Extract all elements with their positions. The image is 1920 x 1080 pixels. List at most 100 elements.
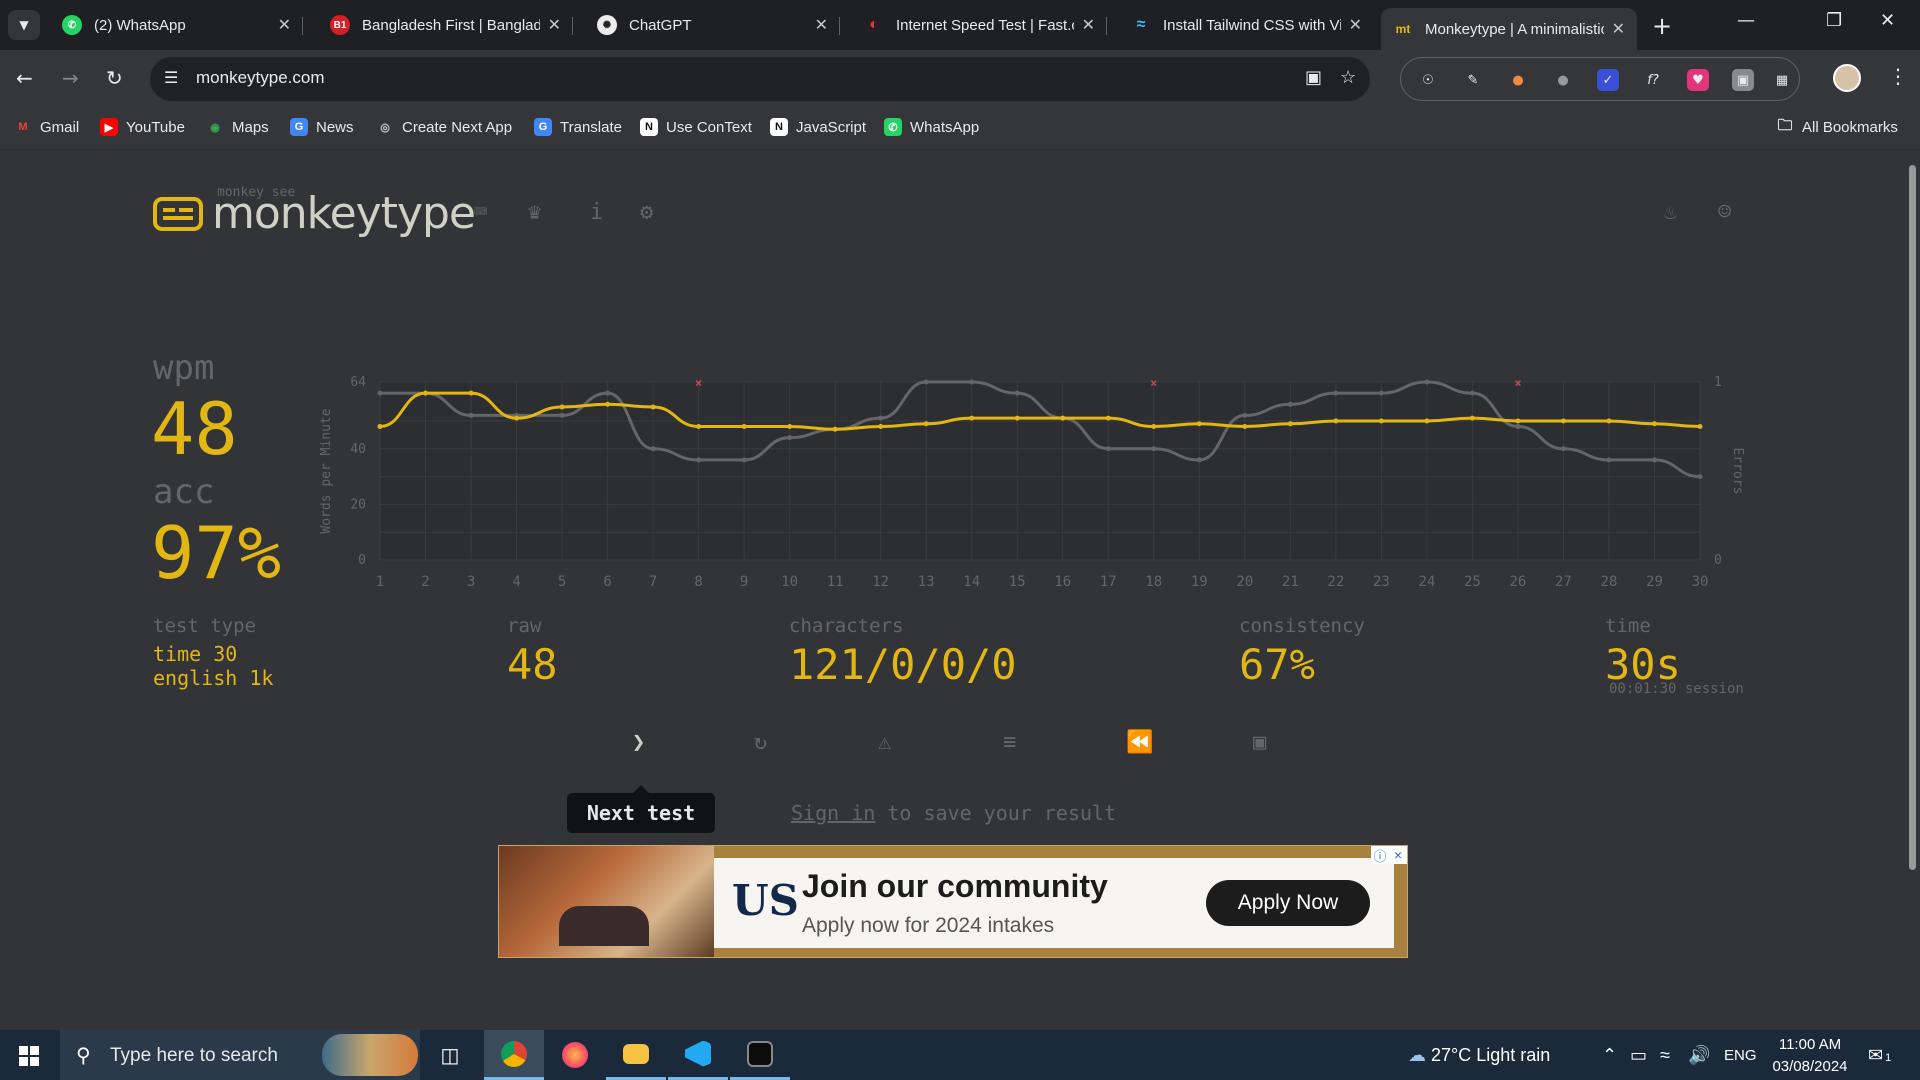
info-icon[interactable]: i (590, 200, 603, 225)
close-icon[interactable]: ✕ (278, 15, 291, 35)
bookmark-translate[interactable]: G Translate (534, 118, 622, 136)
series-point-raw (1560, 446, 1566, 452)
search-icon: ⚲ (76, 1045, 91, 1067)
bookmark-create-next-app[interactable]: ◎ Create Next App (376, 118, 512, 136)
wifi-icon[interactable]: ≈ (1660, 1045, 1670, 1066)
characters-label: characters (789, 615, 904, 637)
minimize-button[interactable]: — (1737, 10, 1755, 31)
language-indicator[interactable]: ENG (1724, 1047, 1757, 1064)
ad-apply-button[interactable]: Apply Now (1206, 880, 1370, 926)
menu-dots-icon[interactable]: ⋮ (1888, 64, 1908, 88)
bookmark-youtube[interactable]: ▶ YouTube (100, 118, 185, 136)
puzzle-icon[interactable]: ▦ (1771, 69, 1793, 91)
crown-icon[interactable]: ♛ (528, 200, 541, 225)
keyboard-icon[interactable]: ⌨ (474, 200, 487, 225)
task-view-icon[interactable]: ◫ (420, 1030, 480, 1080)
taskbar-search[interactable]: ⚲ Type here to search (60, 1030, 420, 1080)
mouse-extension-icon[interactable]: ● (1552, 69, 1574, 91)
tab-whatsapp[interactable]: ✆ (2) WhatsApp ✕ (50, 8, 303, 42)
close-icon[interactable]: ✕ (1082, 15, 1095, 35)
clock[interactable]: 11:00 AM 03/08/2024 (1760, 1034, 1860, 1078)
weather-text: 27°C Light rain (1431, 1045, 1551, 1065)
ad-info-icon[interactable]: ⓘ (1371, 846, 1389, 865)
compass-extension-icon[interactable]: ☉ (1417, 69, 1439, 91)
taskbar-vscode[interactable] (668, 1030, 728, 1080)
ad-banner[interactable]: US Join our community Apply now for 2024… (498, 845, 1408, 958)
hidden-icons-chevron[interactable]: ⌃ (1602, 1045, 1617, 1066)
taskbar-firefox[interactable] (545, 1030, 605, 1080)
x-tick-label: 8 (694, 574, 702, 590)
drop-extension-icon[interactable]: ● (1507, 69, 1529, 91)
save-result-text: to save your result (875, 801, 1117, 825)
close-icon[interactable]: ✕ (1612, 19, 1625, 39)
tab-title: ChatGPT (629, 16, 692, 34)
save-screenshot-button[interactable]: ▣ (1253, 730, 1266, 755)
profile-avatar[interactable] (1833, 64, 1861, 92)
tab-title: (2) WhatsApp (94, 16, 186, 34)
practice-words-button[interactable]: ⚠ (878, 730, 891, 755)
window-close-button[interactable]: ✕ (1880, 10, 1895, 31)
volume-icon[interactable]: 🔊 (1688, 1045, 1710, 1066)
scrollbar-thumb[interactable] (1909, 165, 1916, 870)
series-point-wpm (923, 421, 929, 427)
pen-extension-icon[interactable]: ✓ (1597, 69, 1619, 91)
series-point-wpm (1424, 418, 1430, 424)
windows-start-icon[interactable] (19, 1046, 39, 1066)
close-icon[interactable]: ✕ (815, 15, 828, 35)
repeat-test-button[interactable]: ↻ (754, 730, 767, 755)
address-bar[interactable]: ☰ monkeytype.com ▣ ☆ (150, 57, 1370, 101)
sign-in-link[interactable]: Sign in (791, 801, 875, 825)
tab-chatgpt[interactable]: ✺ ChatGPT ✕ (585, 8, 840, 42)
tab-fast-com[interactable]: ◐ Internet Speed Test | Fast.com ✕ (852, 8, 1107, 42)
monkeytype-page: monkey see monkeytype ⌨ ♛ i ⚙ ♨ ☺ wpm 48… (0, 150, 1904, 1030)
tab-search-button[interactable]: ▼ (8, 10, 40, 40)
bookmark-maps[interactable]: ◉ Maps (206, 118, 269, 136)
next-test-button[interactable]: ❯ (632, 730, 645, 755)
taskbar-file-explorer[interactable] (606, 1030, 666, 1080)
taskbar-terminal[interactable] (730, 1030, 790, 1080)
bookmark-whatsapp[interactable]: ✆ WhatsApp (884, 118, 979, 136)
series-point-wpm (377, 424, 383, 429)
series-point-wpm (1151, 424, 1157, 429)
bell-icon[interactable]: ♨ (1664, 200, 1677, 225)
series-point-wpm (1014, 415, 1020, 421)
gear-icon[interactable]: ⚙ (640, 200, 653, 225)
battery-icon[interactable]: ▭ (1630, 1045, 1647, 1066)
color-picker-extension-icon[interactable]: ✎ (1462, 69, 1484, 91)
install-app-icon[interactable]: ▣ (1305, 67, 1322, 88)
ad-close-icon[interactable]: ✕ (1389, 846, 1407, 864)
taskbar-chrome[interactable] (484, 1030, 544, 1080)
bookmark-label: All Bookmarks (1802, 118, 1898, 136)
url-text[interactable]: monkeytype.com (196, 68, 325, 88)
close-icon[interactable]: ✕ (1349, 15, 1362, 35)
series-point-raw (878, 415, 884, 421)
back-button[interactable]: ← (16, 66, 33, 90)
heart-extension-icon[interactable]: ♥ (1687, 69, 1709, 91)
bookmark-gmail[interactable]: M Gmail (14, 118, 79, 136)
function-extension-icon[interactable]: f? (1642, 69, 1664, 91)
tab-bangladesh-first[interactable]: B1 Bangladesh First | Bangladesh ✕ (318, 8, 573, 42)
notifications-icon[interactable]: ✉ 1 (1868, 1045, 1891, 1066)
site-info-icon[interactable]: ☰ (164, 68, 178, 87)
account-icon[interactable]: ☺ (1718, 200, 1731, 225)
tab-tailwind[interactable]: ≈ Install Tailwind CSS with Vite ✕ (1119, 8, 1374, 42)
all-bookmarks[interactable]: 🗀 All Bookmarks (1776, 117, 1898, 136)
reload-button[interactable]: ↻ (106, 66, 123, 90)
close-icon[interactable]: ✕ (548, 15, 561, 35)
weather-widget[interactable]: ☁ 27°C Light rain (1408, 1045, 1550, 1066)
bookmark-use-context[interactable]: N Use ConText (640, 118, 752, 136)
x-tick-label: 9 (740, 574, 748, 590)
words-history-button[interactable]: ≡ (1003, 730, 1016, 755)
tab-monkeytype[interactable]: mt Monkeytype | A minimalistic ✕ (1381, 8, 1637, 50)
x-tick-label: 26 (1510, 574, 1527, 590)
new-tab-button[interactable]: + (1652, 12, 1672, 40)
error-marker: × (1514, 376, 1521, 390)
forward-button[interactable]: → (62, 66, 79, 90)
bookmark-star-icon[interactable]: ☆ (1340, 67, 1356, 88)
replay-button[interactable]: ⏪ (1126, 730, 1153, 755)
bookmark-news[interactable]: G News (290, 118, 354, 136)
restore-button[interactable]: ❐ (1826, 10, 1842, 31)
tab-title: Bangladesh First | Bangladesh (362, 16, 540, 34)
image-extension-icon[interactable]: ▣ (1732, 69, 1754, 91)
bookmark-javascript[interactable]: N JavaScript (770, 118, 866, 136)
